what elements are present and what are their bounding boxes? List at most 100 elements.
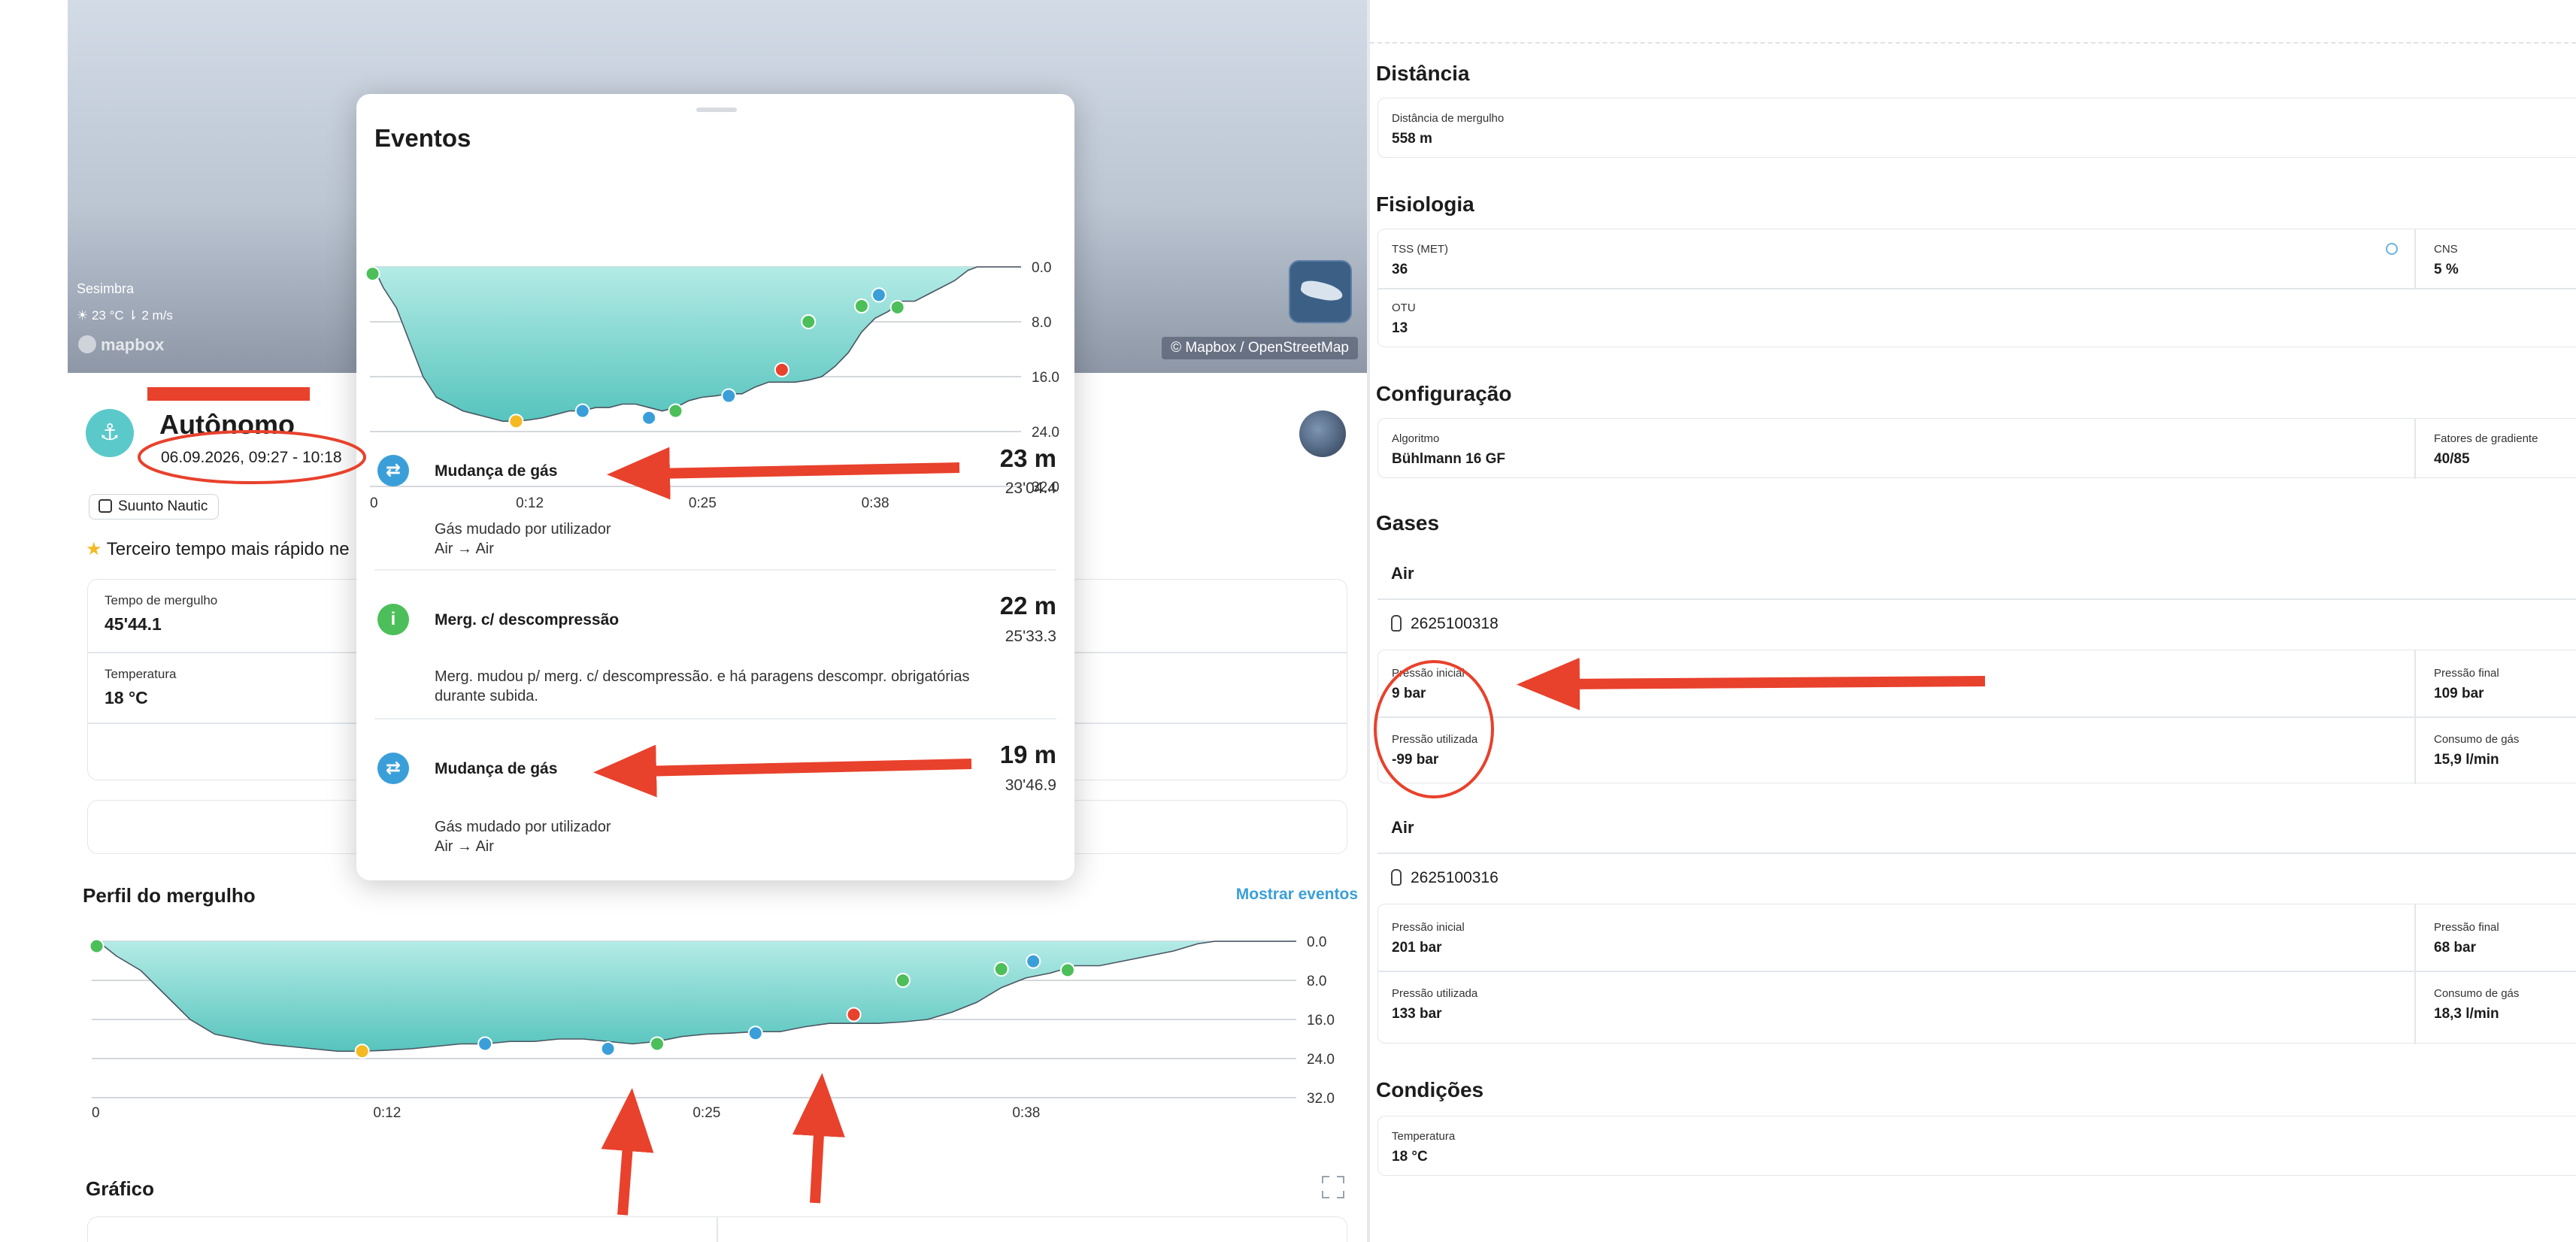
gas-consumption-value: 18,3 l/min [2434, 1006, 2499, 1022]
start-pressure-label: Pressão inicial [1392, 667, 1465, 680]
dive-distance: Distância de mergulho 558 m [1392, 112, 1504, 147]
divider [1378, 288, 2576, 289]
x-tick-label: 0:38 [1012, 1105, 1040, 1120]
event-depth: 23 m [999, 444, 1056, 472]
gas-consumption-label: Consumo de gás [2434, 733, 2520, 746]
divider [1377, 598, 2576, 600]
mapbox-icon [78, 335, 96, 353]
tank-row[interactable]: 2625100318 [1391, 615, 1499, 633]
otu-label: OTU [1392, 301, 1416, 314]
event-time: 23'04.4 [1005, 480, 1056, 497]
gas-consumption-label: Consumo de gás [2434, 987, 2520, 1000]
water-temperature-value: 18 °C [1392, 1149, 1428, 1165]
redacted-username [147, 387, 310, 401]
used-pressure-label: Pressão utilizada [1392, 987, 1478, 1000]
tank-id: 2625100318 [1411, 615, 1499, 632]
start-pressure-value: 9 bar [1392, 686, 1426, 701]
event-marker [668, 403, 683, 419]
x-tick-label: 0:25 [692, 1105, 720, 1120]
stat-value-dive-time: 45'44.1 [105, 614, 162, 634]
x-tick-label: 0 [370, 495, 378, 511]
stat-label-dive-time: Tempo de mergulho [105, 593, 218, 607]
algorithm-value: Bühlmann 16 GF [1392, 451, 1505, 467]
event-description-line: Air → Air [435, 541, 494, 557]
event-description-line: Gás mudado por utilizador [435, 521, 611, 538]
divider [717, 1217, 718, 1242]
tss-value: 36 [1392, 262, 1408, 277]
water-temperature: Temperatura 18 °C [1392, 1130, 1455, 1165]
y-tick-label: 16.0 [1307, 1013, 1335, 1028]
used-pressure-value: 133 bar [1392, 1006, 1442, 1022]
dashed-divider [1370, 42, 2576, 44]
gradient-factors-label: Fatores de gradiente [2434, 432, 2538, 445]
x-tick-label: 0 [92, 1105, 100, 1120]
gases-title: Gases [1376, 511, 1440, 535]
gradient-factors: Fatores de gradiente 40/85 [2434, 432, 2538, 468]
tank-id: 2625100316 [1411, 869, 1499, 886]
physiology-title: Fisiologia [1376, 192, 1474, 216]
depth-area [370, 267, 1021, 422]
start-pressure: Pressão inicial 201 bar [1392, 921, 1465, 956]
x-tick-label: 0:12 [516, 495, 544, 511]
y-tick-label: 8.0 [1032, 315, 1051, 331]
tank-pressure-card: Pressão inicial 9 bar Pressão final 109 … [1377, 650, 2576, 784]
show-events-link[interactable]: Mostrar eventos [1236, 886, 1358, 904]
gas-consumption-value: 15,9 l/min [2434, 752, 2499, 768]
tank-row[interactable]: 2625100316 [1391, 869, 1499, 887]
used-pressure: Pressão utilizada -99 bar [1392, 733, 1477, 768]
map-style-thumbnail[interactable] [1289, 260, 1352, 323]
cns-value: 5 % [2434, 262, 2459, 277]
event-depth: 22 m [999, 592, 1056, 619]
achievement: ★ Terceiro tempo mais rápido ne [86, 538, 350, 560]
end-pressure-value: 109 bar [2434, 686, 2484, 701]
events-title: Eventos [374, 124, 471, 152]
event-marker [871, 287, 886, 303]
map-attribution[interactable]: © Mapbox / OpenStreetMap [1162, 337, 1358, 359]
gradient-factors-value: 40/85 [2434, 451, 2470, 467]
start-pressure: Pressão inicial 9 bar [1392, 667, 1465, 702]
dive-distance-label: Distância de mergulho [1392, 112, 1505, 125]
drag-handle[interactable] [696, 108, 737, 112]
event-title: Mudança de gás [435, 760, 558, 777]
event-title: Merg. c/ descompressão [435, 611, 620, 629]
physiology-card: TSS (MET) 36 CNS 5 % OTU 13 [1377, 229, 2576, 347]
algorithm: Algoritmo Bühlmann 16 GF [1392, 432, 1505, 468]
y-tick-label: 24.0 [1032, 425, 1059, 441]
end-pressure-value: 68 bar [2434, 940, 2476, 956]
dive-profile-title: Perfil do mergulho [83, 884, 256, 907]
x-tick-label: 0:38 [862, 495, 889, 511]
expand-icon[interactable] [1322, 1176, 1344, 1198]
divider [374, 718, 1056, 719]
event-marker [600, 1041, 616, 1056]
info-icon: i [377, 604, 409, 635]
divider [1378, 971, 2576, 972]
info-icon[interactable] [2386, 243, 2398, 255]
events-modal: Eventos 0.0 8.0 16.0 24.0 32.0 0 0:12 0:25 0:38 … [356, 94, 1074, 880]
depth-area [92, 941, 1296, 1052]
mapbox-logo-text: mapbox [101, 335, 165, 354]
cns: CNS 5 % [2434, 243, 2459, 278]
watch-icon [98, 499, 112, 513]
stat-value-temperature: 18 °C [105, 688, 148, 707]
tank-icon [1391, 615, 1402, 632]
distance-card: Distância de mergulho 558 m [1377, 98, 2576, 158]
event-marker [774, 362, 789, 377]
device-chip[interactable]: Suunto Nautic [89, 494, 220, 520]
dive-profile-chart[interactable]: 0.0 8.0 16.0 24.0 32.0 0 0:12 0:25 0:38 [0, 925, 1367, 1120]
achievement-text: Terceiro tempo mais rápido ne [106, 539, 350, 559]
activity-datetime: 06.09.2026, 09:27 - 10:18 [161, 449, 342, 466]
mapbox-logo: mapbox [78, 335, 164, 355]
stat-label-temperature: Temperatura [105, 667, 177, 681]
y-tick-label: 24.0 [1307, 1052, 1335, 1068]
start-pressure-label: Pressão inicial [1392, 921, 1465, 934]
user-avatar[interactable] [1299, 410, 1346, 457]
start-pressure-value: 201 bar [1392, 940, 1442, 956]
event-marker [365, 266, 380, 282]
gas-consumption: Consumo de gás 15,9 l/min [2434, 733, 2519, 768]
otu: OTU 13 [1392, 301, 1416, 337]
activity-title: Autônomo [159, 409, 295, 440]
configuration-title: Configuração [1376, 382, 1512, 405]
conditions-card: Temperatura 18 °C [1377, 1116, 2576, 1176]
island-icon [1299, 278, 1344, 304]
event-marker [801, 314, 817, 329]
